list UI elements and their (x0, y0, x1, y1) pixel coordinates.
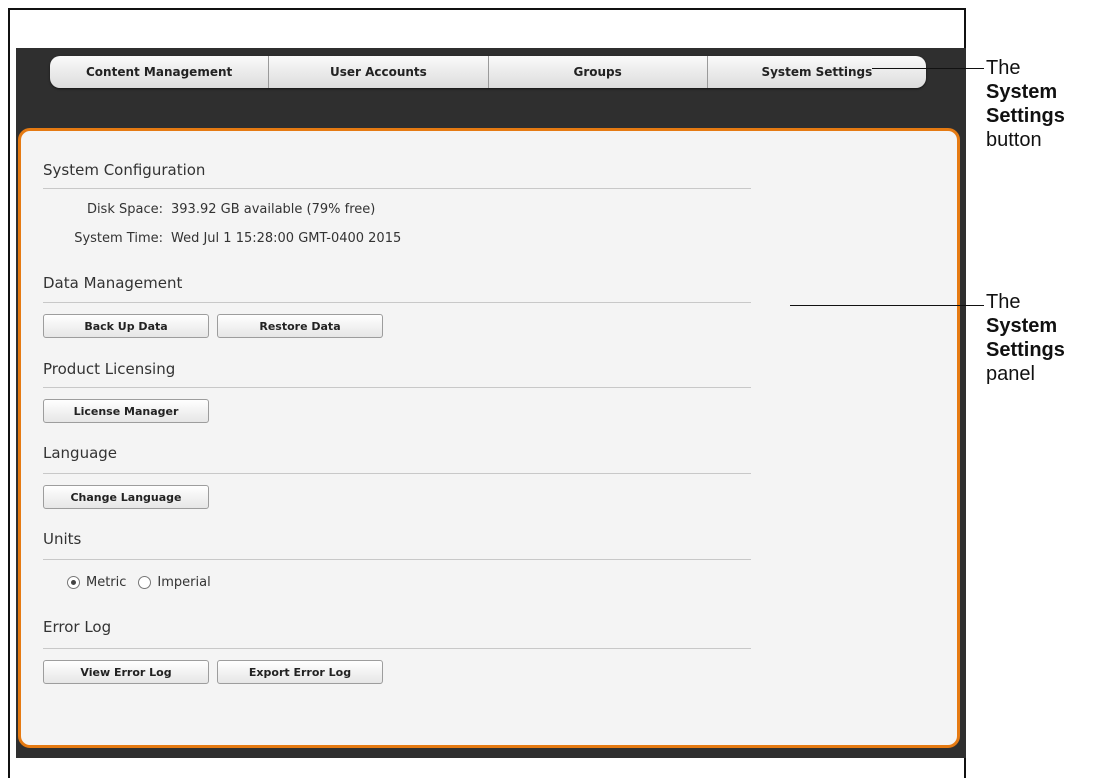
disk-space-value: 393.92 GB available (79% free) (171, 202, 376, 217)
section-divider (43, 559, 751, 560)
section-divider (43, 473, 751, 474)
view-error-log-button[interactable]: View Error Log (43, 660, 209, 684)
button-callout-leader (872, 68, 984, 69)
panel-callout: The System Settings panel (986, 290, 1065, 386)
export-error-log-button[interactable]: Export Error Log (217, 660, 383, 684)
imperial-radio-label[interactable]: Imperial (157, 575, 210, 590)
callout-text-bold: System (986, 81, 1058, 103)
callout-text-bold: System (986, 315, 1058, 337)
imperial-radio[interactable] (138, 576, 152, 589)
system-time-label: System Time: (74, 231, 163, 246)
system-time-value: Wed Jul 1 15:28:00 GMT-0400 2015 (171, 231, 402, 246)
section-title-language: Language (43, 444, 118, 462)
section-divider (43, 387, 751, 388)
callout-text: The (986, 291, 1021, 313)
units-radio-group: Metric Imperial (67, 575, 211, 590)
back-up-data-button[interactable]: Back Up Data (43, 314, 209, 338)
change-language-button[interactable]: Change Language (43, 485, 209, 509)
radio-selected-dot (71, 580, 76, 585)
system-settings-panel: System Configuration Disk Space: 393.92 … (18, 128, 960, 748)
tab-groups[interactable]: Groups (488, 56, 708, 88)
tab-user-accounts[interactable]: User Accounts (269, 56, 489, 88)
app-window: Content Management User Accounts Groups … (16, 48, 966, 758)
section-divider (43, 188, 751, 189)
section-divider (43, 302, 751, 303)
tab-bar: Content Management User Accounts Groups … (50, 56, 926, 88)
panel-callout-leader (790, 305, 984, 306)
callout-text: The (986, 57, 1021, 79)
tab-content-management[interactable]: Content Management (50, 56, 270, 88)
tab-system-settings[interactable]: System Settings (707, 56, 926, 88)
metric-radio-label[interactable]: Metric (86, 575, 126, 590)
section-title-product-licensing: Product Licensing (43, 360, 176, 378)
disk-space-label: Disk Space: (86, 202, 163, 217)
section-title-units: Units (43, 530, 82, 548)
metric-radio[interactable] (67, 576, 80, 589)
restore-data-button[interactable]: Restore Data (217, 314, 383, 338)
callout-text-bold: Settings (986, 339, 1065, 361)
button-callout: The System Settings button (986, 56, 1065, 152)
callout-text: panel (986, 363, 1035, 385)
section-divider (43, 648, 751, 649)
section-title-error-log: Error Log (43, 618, 112, 636)
section-title-system-configuration: System Configuration (43, 161, 206, 179)
callout-text: button (986, 129, 1042, 151)
section-title-data-management: Data Management (43, 274, 183, 292)
callout-text-bold: Settings (986, 105, 1065, 127)
license-manager-button[interactable]: License Manager (43, 399, 209, 423)
